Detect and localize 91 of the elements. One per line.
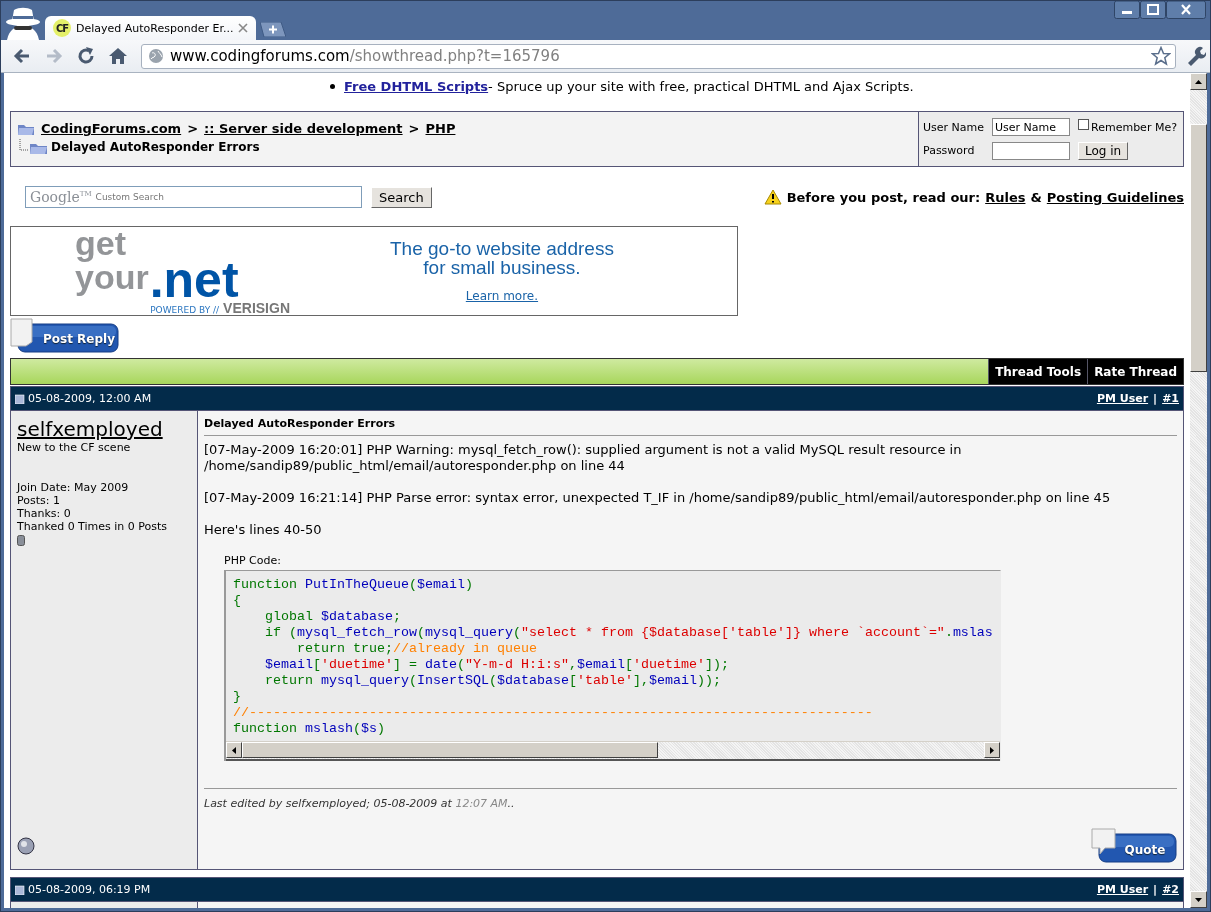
breadcrumb-link[interactable]: PHP (425, 121, 456, 136)
code-line: { (233, 593, 242, 609)
code-line: if (mysql_fetch_row(mysql_query("select * from {$database['table']} where `account`=".mslas (264, 625, 993, 641)
post-text: [07-May-2009 16:21:14] PHP Parse error: syntax error, unexpected T_IF in /home/sandip89/public_html/email/autoresponder.php on line 45 (204, 490, 1112, 506)
notice-text: Before you post, read our: (786, 189, 981, 205)
logo-text: get (75, 226, 127, 260)
breadcrumb-link[interactable]: CodingForums.com (41, 121, 182, 136)
maximize-icon[interactable] (1140, 1, 1166, 19)
code-line: return true;//already in queue (296, 641, 538, 657)
up-arrow-icon (1195, 79, 1202, 84)
ampersand: & (1030, 189, 1042, 205)
rules-link[interactable]: Rules (985, 189, 1026, 205)
ad-headline: The go-to website address (390, 239, 614, 258)
warning-icon (763, 189, 782, 205)
star-icon[interactable] (1151, 46, 1171, 66)
globe-icon (148, 48, 164, 64)
login-button[interactable]: Log in (1078, 141, 1129, 160)
breadcrumb-separator: > (187, 121, 199, 136)
home-icon[interactable] (107, 45, 129, 67)
url-text: www.codingforums.com/showthread.php?t=165796 (170, 47, 561, 65)
post-number-link[interactable]: #2 (1162, 883, 1179, 896)
learn-more-link[interactable]: Learn more. (465, 289, 539, 303)
code-line: function PutInTheQueue($email) (233, 577, 474, 593)
search-box[interactable]: Google$^{TM}$ Custom Search (25, 186, 362, 208)
new-tab-icon[interactable] (260, 22, 287, 37)
promo-link[interactable]: Free DHTML Scripts (344, 78, 489, 94)
address-bar[interactable]: www.codingforums.com/showthread.php?t=165796 (141, 43, 1176, 69)
post-number-link[interactable]: #1 (1162, 392, 1179, 405)
post-date: 05-08-2009, 06:19 PM (28, 883, 151, 896)
field-label: User Name (923, 120, 986, 134)
password-field[interactable] (992, 141, 1070, 160)
down-arrow-icon (1195, 897, 1202, 902)
scrollbar-thumb[interactable] (242, 742, 658, 758)
scroll-down-button[interactable] (1190, 891, 1207, 908)
scroll-left-button[interactable] (226, 742, 242, 758)
checkbox-label: Remember Me? (1091, 120, 1177, 134)
code-line: function mslash($s) (233, 721, 386, 737)
brand-text: VERISIGN (223, 300, 290, 316)
search-button[interactable]: Search (371, 186, 432, 208)
post-icon (15, 393, 25, 404)
toolbar-menu[interactable]: Thread Tools (988, 359, 1088, 384)
post-text: [07-May-2009 16:20:01] PHP Warning: mysql_fetch_row(): supplied argument is not a valid MySQL result resource in /home/sandip89/public_html/email/autoresponder.php on line 44 (204, 442, 963, 474)
reputation-icon (17, 535, 25, 546)
guidelines-link[interactable]: Posting Guidelines (1046, 189, 1184, 205)
scroll-right-button[interactable] (983, 742, 1000, 758)
search-input[interactable]: Custom Search (95, 192, 357, 202)
logo-text: .net (149, 260, 239, 300)
browser-tab[interactable]: CF Delayed AutoResponder Er... (45, 16, 257, 40)
code-line: $email['duetime'] = date("Y-m-d H:i:s",$email['duetime']); (264, 657, 730, 673)
user-stat: Thanked 0 Times in 0 Posts (17, 520, 169, 533)
tree-folder-icon (17, 139, 49, 155)
code-line: } (233, 689, 242, 705)
code-line: //------------------------------------------------------------------------------ (233, 705, 874, 721)
post-date: 05-08-2009, 12:00 AM (28, 392, 152, 405)
code-label: PHP Code: (224, 554, 282, 567)
pm-link[interactable]: PM User (1096, 883, 1149, 896)
minimize-icon[interactable] (1114, 1, 1140, 19)
code-line: global $database; (264, 609, 402, 625)
scrollbar-thumb[interactable] (1190, 124, 1207, 372)
edit-note: Last edited by selfxemployed; 05-08-2009 at 12:07 AM.. (204, 788, 1177, 810)
left-arrow-icon (232, 746, 236, 754)
breadcrumb-link[interactable]: :: Server side development (204, 121, 403, 136)
promo-text: Free DHTML Scripts- Spruce up your site with free, practical DHTML and Ajax Scripts. (344, 78, 914, 94)
right-arrow-icon (989, 746, 994, 754)
toolbar-menu[interactable]: Rate Thread (1087, 359, 1183, 384)
close-icon[interactable] (1166, 1, 1206, 19)
user-stat: Posts: 1 (17, 494, 61, 507)
bullet-icon (330, 83, 335, 89)
remember-checkbox[interactable] (1078, 118, 1089, 130)
favicon: CF (53, 19, 71, 37)
tab-title: Delayed AutoResponder Er... (76, 21, 234, 35)
breadcrumb-separator: > (408, 121, 420, 136)
field-label: Password (923, 144, 976, 158)
post-icon (15, 884, 25, 895)
powered-by-text: POWERED BY // (150, 305, 220, 315)
username-field[interactable]: User Name (992, 118, 1070, 137)
username-link[interactable]: selfxemployed (17, 417, 191, 441)
google-logo: Google$^{TM}$ (30, 189, 92, 205)
post-text: Here's lines 40-50 (204, 522, 323, 538)
user-stat: Thanks: 0 (17, 507, 72, 520)
horizontal-scrollbar[interactable] (226, 741, 1000, 761)
link-separator: | (1153, 883, 1158, 896)
ad-headline: for small business. (423, 258, 581, 277)
thread-title: Delayed AutoResponder Errors (51, 140, 260, 154)
user-title: New to the CF scene (17, 441, 132, 454)
user-stat: Join Date: May 2009 (17, 481, 130, 494)
pm-link[interactable]: PM User (1096, 392, 1149, 405)
post-title: Delayed AutoResponder Errors (204, 417, 397, 432)
code-line: return mysql_query(InsertSQL($database['table'],$email)); (264, 673, 722, 689)
link-separator: | (1153, 392, 1158, 405)
scroll-up-button[interactable] (1190, 73, 1207, 90)
